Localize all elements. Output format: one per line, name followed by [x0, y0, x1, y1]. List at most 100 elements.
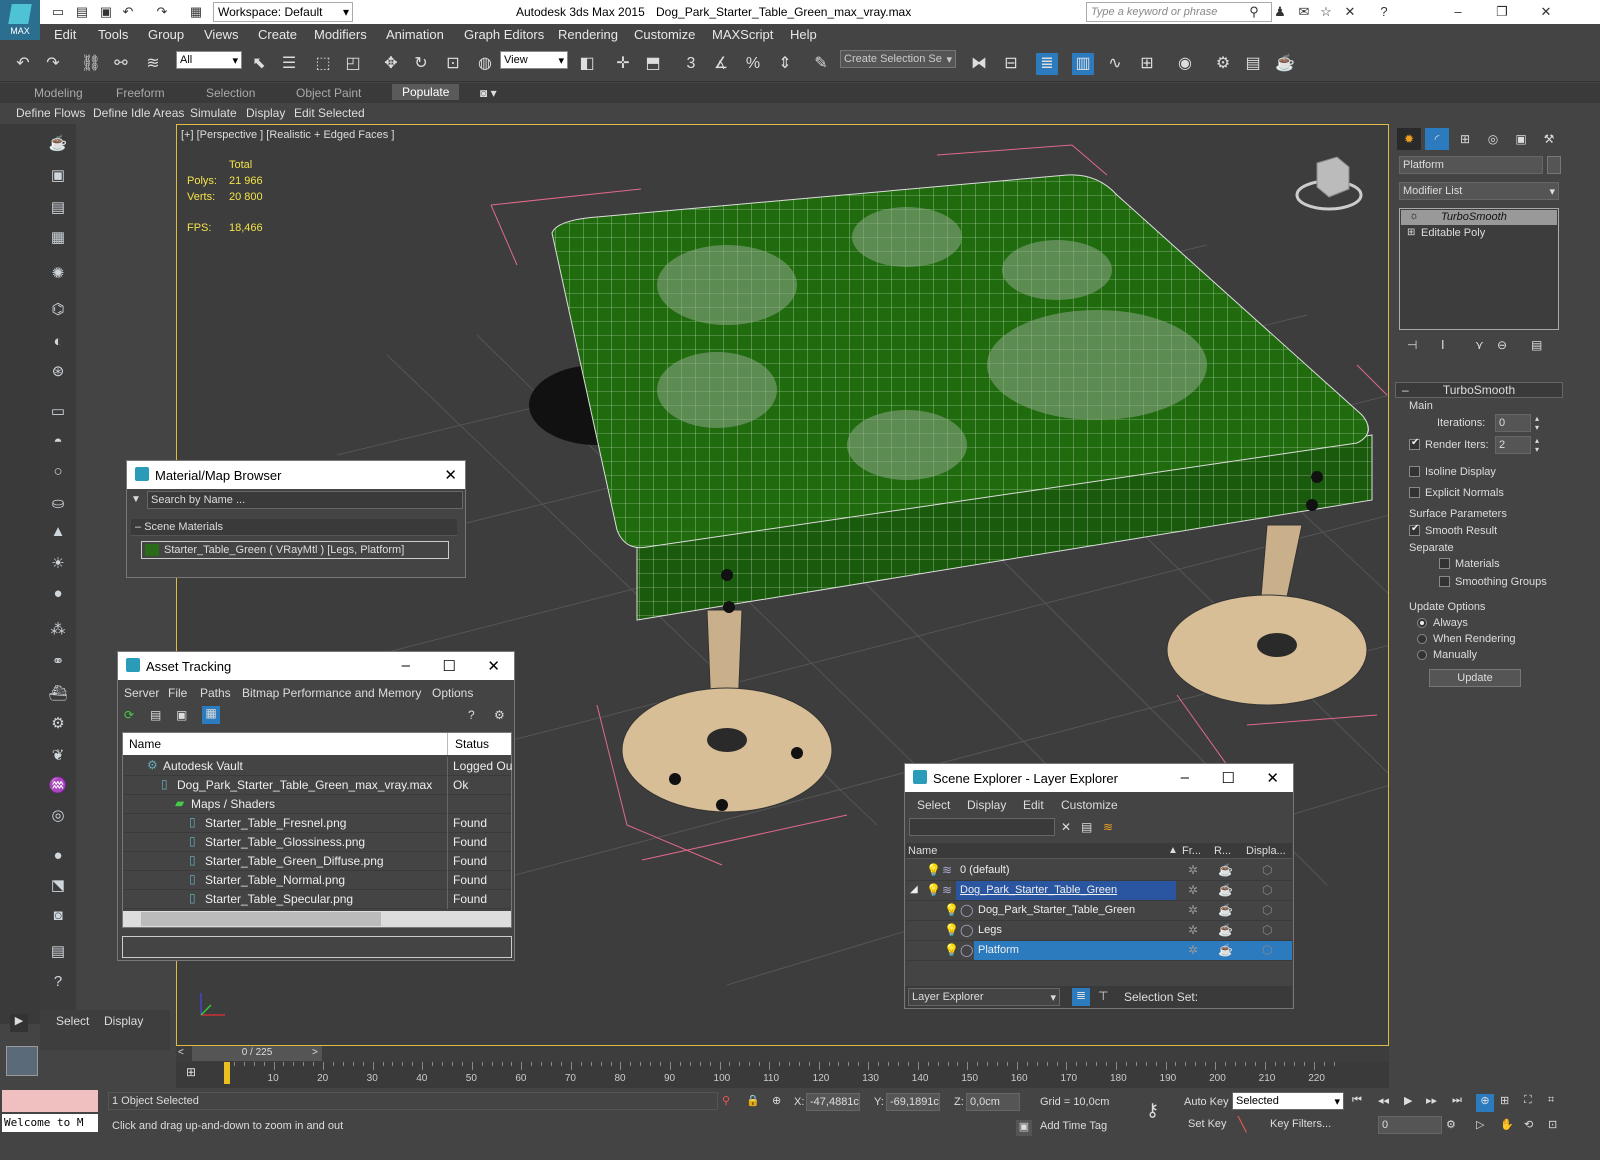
modifier-list-dropdown[interactable]: Modifier List ▾ — [1399, 182, 1559, 200]
tab-selection[interactable]: Selection — [206, 86, 255, 100]
object-color-swatch[interactable] — [1547, 156, 1561, 174]
search-input[interactable]: Type a keyword or phrase — [1086, 2, 1272, 22]
update-when-rendering-radio[interactable] — [1417, 634, 1427, 644]
cube-red-icon[interactable]: ◙ — [48, 906, 68, 926]
stack-item-turbosmooth[interactable]: ☼ TurboSmooth — [1401, 210, 1557, 225]
layer-explorer-icon[interactable]: ≣ — [1036, 53, 1058, 75]
edit-selected-button[interactable]: Edit Selected — [294, 106, 365, 120]
map-icon[interactable]: ⬔ — [48, 876, 68, 896]
selection-lock-icon[interactable]: 🔒 — [746, 1094, 760, 1107]
light-bulb-icon[interactable]: 💡 — [926, 883, 941, 897]
light-bulb-icon[interactable]: ☼ — [1409, 210, 1419, 222]
binoculars-icon[interactable]: ⚲ — [1246, 4, 1262, 20]
menu-bitmap-performance[interactable]: Bitmap Performance and Memory — [242, 686, 421, 700]
menu-help[interactable]: Help — [790, 27, 817, 42]
column-render[interactable]: R... — [1214, 845, 1231, 857]
rotate-icon[interactable]: ↻ — [410, 53, 432, 75]
define-flows-button[interactable]: Define Flows — [16, 106, 85, 120]
freeze-icon[interactable]: ✲ — [1188, 863, 1198, 877]
turbosmooth-rollout-header[interactable]: – TurboSmooth — [1395, 382, 1563, 398]
table-row[interactable]: ▰ Maps / Shaders — [123, 795, 511, 814]
align-icon[interactable]: ⊟ — [1000, 53, 1022, 75]
rectangle-selection-icon[interactable]: ⬚ — [312, 53, 334, 75]
menu-edit[interactable]: Edit — [54, 27, 76, 42]
thumbnail-view-icon[interactable]: ▣ — [176, 708, 187, 722]
close-search-icon[interactable]: ✕ — [1342, 4, 1358, 20]
auto-key-button[interactable]: Auto Key — [1184, 1096, 1229, 1108]
iterations-spinner[interactable]: 0 — [1495, 414, 1531, 432]
tab-populate[interactable]: Populate — [392, 84, 460, 100]
layer-name-cell[interactable]: 0 (default) — [956, 861, 1176, 880]
layer-name-cell[interactable]: Dog_Park_Starter_Table_Green — [974, 901, 1176, 920]
hierarchy-tab-icon[interactable]: ⊞ — [1453, 128, 1477, 150]
layer-name-cell[interactable]: Legs — [974, 921, 1176, 940]
show-end-result-icon[interactable]: Ⅰ — [1441, 338, 1445, 352]
asset-path-field[interactable] — [122, 936, 512, 958]
question-icon[interactable]: ? — [48, 972, 68, 992]
separate-materials-checkbox[interactable] — [1439, 558, 1450, 569]
bind-space-warp-icon[interactable]: ≋ — [142, 53, 164, 75]
scene-explorer-icon[interactable]: ▥ — [1072, 53, 1094, 75]
place-icon[interactable]: ◍ — [474, 53, 496, 75]
menu-tools[interactable]: Tools — [98, 27, 128, 42]
time-config-icon[interactable]: ⚙ — [1446, 1118, 1456, 1131]
layer-name-cell[interactable]: Dog_Park_Starter_Table_Green — [956, 881, 1176, 900]
field-of-view-icon[interactable]: ▷ — [1476, 1118, 1484, 1131]
create-tab-icon[interactable]: ✹ — [1397, 128, 1421, 150]
remove-modifier-icon[interactable]: ⊖ — [1497, 338, 1507, 352]
light-bulb-icon[interactable]: 💡 — [926, 863, 941, 877]
hair-icon[interactable]: ♒ — [48, 776, 68, 796]
target-icon[interactable]: ◎ — [48, 806, 68, 826]
motion-tab-icon[interactable]: ◎ — [1481, 128, 1505, 150]
stack-item-editable-poly[interactable]: ⊞ Editable Poly — [1401, 226, 1557, 241]
table-row[interactable]: ▯ Dog_Park_Starter_Table_Green_max_vray.m… — [123, 776, 511, 795]
freeze-icon[interactable]: ✲ — [1188, 943, 1198, 957]
layer-name-cell[interactable]: Platform — [974, 941, 1176, 960]
spinner-arrows-icon[interactable]: ▴ ▾ — [1535, 436, 1539, 454]
move-icon[interactable]: ✥ — [380, 53, 402, 75]
menu-server[interactable]: Server — [124, 686, 159, 700]
previous-frame-icon[interactable]: ◂◂ — [1378, 1094, 1389, 1107]
minimize-icon[interactable]: – — [1181, 769, 1189, 786]
material-item[interactable]: Starter_Table_Green ( VRayMtl ) [Legs, P… — [141, 541, 449, 559]
select-object-icon[interactable]: ⬉ — [248, 53, 270, 75]
tab-freeform[interactable]: Freeform — [116, 86, 165, 100]
pan-icon[interactable]: ✋ — [1500, 1118, 1514, 1131]
isoline-display-checkbox[interactable] — [1409, 466, 1420, 477]
menu-display[interactable]: Display — [967, 798, 1006, 812]
display-tab-icon[interactable]: ▣ — [1509, 128, 1533, 150]
mini-listener-icon[interactable] — [6, 1046, 38, 1076]
set-key-button[interactable]: Set Key — [1188, 1118, 1227, 1130]
update-always-radio[interactable] — [1417, 618, 1427, 628]
go-to-start-icon[interactable]: ⏮ — [1352, 1094, 1362, 1107]
new-file-icon[interactable]: ▭ — [50, 4, 66, 20]
favorites-star-icon[interactable]: ☆ — [1318, 4, 1334, 20]
spinner-snap-icon[interactable]: ⇕ — [774, 53, 796, 75]
left-select-tab[interactable]: Select — [56, 1014, 89, 1028]
help-icon[interactable]: ? — [1376, 4, 1392, 20]
list-icon[interactable]: ▤ — [48, 198, 68, 218]
menu-customize[interactable]: Customize — [1061, 798, 1118, 812]
column-name[interactable]: Name — [908, 845, 937, 857]
project-folder-icon[interactable]: ▦ — [188, 4, 204, 20]
simulate-button[interactable]: Simulate — [190, 106, 237, 120]
y-coordinate-field[interactable]: -69,1891cr — [886, 1093, 940, 1111]
menu-options[interactable]: Options — [432, 686, 473, 700]
undo-icon[interactable]: ↶ — [12, 53, 34, 75]
scene-materials-header[interactable]: – Scene Materials — [131, 519, 457, 536]
next-frame-icon[interactable]: ▸▸ — [1426, 1094, 1437, 1107]
edit-named-selection-icon[interactable]: ✎ — [810, 53, 832, 75]
key-icon[interactable]: ⚷ — [1146, 1100, 1159, 1121]
link-icon[interactable]: ⛓ — [80, 53, 102, 75]
maximize-icon[interactable]: ☐ — [443, 657, 456, 675]
key-selection-dropdown[interactable]: Selected ▾ — [1232, 1092, 1344, 1110]
scale-icon[interactable]: ⊡ — [442, 53, 464, 75]
ribbon-options-icon[interactable]: ◙ ▾ — [480, 86, 497, 100]
material-editor-icon[interactable]: ◉ — [1174, 53, 1196, 75]
material-browser-titlebar[interactable]: Material/Map Browser — [127, 461, 465, 489]
layer-row[interactable]: Legs 💡 ◯ ✲ ☕ ⬡ — [906, 921, 1292, 941]
video-icon[interactable]: ⊛ — [48, 362, 68, 382]
cone-icon[interactable]: ▲ — [48, 522, 68, 542]
define-idle-areas-button[interactable]: Define Idle Areas — [93, 106, 184, 120]
reference-coordinate-dropdown[interactable]: View ▾ — [500, 51, 568, 69]
